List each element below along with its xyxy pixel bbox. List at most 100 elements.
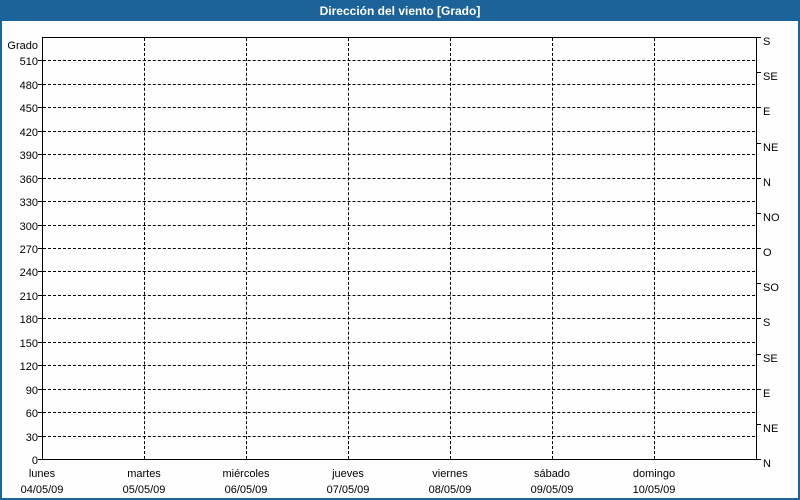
h-gridline — [43, 271, 755, 272]
y-axis-tick-label: 270 — [19, 244, 38, 256]
y-axis-tick — [38, 225, 42, 226]
y-axis-title: Grado — [7, 40, 38, 52]
compass-axis-tick — [757, 107, 761, 108]
compass-axis-label: NO — [763, 212, 780, 224]
y-axis-tick-label: 360 — [19, 174, 38, 186]
compass-axis-tick — [757, 213, 761, 214]
y-axis-tick-label: 480 — [19, 80, 38, 92]
compass-axis-tick — [757, 178, 761, 179]
y-axis-tick-label: 300 — [19, 221, 38, 233]
compass-axis-tick — [757, 143, 761, 144]
day-name-label: lunes — [28, 468, 56, 480]
compass-axis-tick — [757, 248, 761, 249]
compass-axis-tick — [757, 389, 761, 390]
v-gridline — [552, 38, 553, 459]
compass-axis-label: NE — [763, 423, 779, 435]
day-date-label: 08/05/09 — [428, 484, 472, 496]
h-gridline — [43, 436, 755, 437]
day-date-label: 10/05/09 — [632, 484, 676, 496]
compass-axis-label: NE — [763, 142, 779, 154]
y-axis-tick — [38, 389, 42, 390]
h-gridline — [43, 201, 755, 202]
y-axis-tick-label: 390 — [19, 150, 38, 162]
y-axis-tick-label: 60 — [25, 408, 38, 420]
h-gridline — [43, 389, 755, 390]
h-gridline — [43, 178, 755, 179]
compass-axis-tick — [757, 459, 761, 460]
y-axis-tick — [38, 318, 42, 319]
y-axis-tick — [38, 154, 42, 155]
h-gridline — [43, 365, 755, 366]
y-axis-tick — [38, 365, 42, 366]
y-axis-tick — [38, 201, 42, 202]
day-name-label: domingo — [632, 468, 676, 480]
y-axis-tick-label: 420 — [19, 127, 38, 139]
y-axis-tick — [38, 342, 42, 343]
v-gridline — [348, 38, 349, 459]
day-name-label: miércoles — [222, 468, 270, 480]
v-gridline — [246, 38, 247, 459]
compass-axis-tick — [757, 354, 761, 355]
y-axis-tick-label: 180 — [19, 314, 38, 326]
y-axis-tick — [38, 60, 42, 61]
day-date-label: 06/05/09 — [224, 484, 268, 496]
h-gridline — [43, 342, 755, 343]
h-gridline — [43, 84, 755, 85]
compass-axis-label: S — [763, 36, 771, 48]
compass-axis-label: N — [763, 458, 771, 470]
compass-axis-label: SE — [763, 353, 778, 365]
plot-stage: Grado 0 30 60 90 120 150 180 210 240 270 300 330 360… — [0, 0, 800, 500]
day-name-label: sábado — [533, 468, 571, 480]
compass-axis-label: SO — [763, 282, 779, 294]
y-axis-tick-label: 90 — [25, 385, 38, 397]
h-gridline — [43, 107, 755, 108]
y-axis-tick — [38, 84, 42, 85]
compass-axis-tick — [757, 72, 761, 73]
compass-axis-label: N — [763, 177, 771, 189]
v-gridline — [450, 38, 451, 459]
y-axis-tick-label: 30 — [25, 432, 38, 444]
h-gridline — [43, 225, 755, 226]
compass-axis-label: E — [763, 106, 771, 118]
compass-axis-tick — [757, 424, 761, 425]
h-gridline — [43, 60, 755, 61]
day-date-label: 05/05/09 — [122, 484, 166, 496]
y-axis-tick — [38, 436, 42, 437]
v-gridline — [144, 38, 145, 459]
y-axis-tick — [38, 178, 42, 179]
compass-axis-tick — [757, 318, 761, 319]
y-axis-tick — [38, 295, 42, 296]
compass-axis-label: O — [763, 247, 772, 259]
day-date-label: 09/05/09 — [530, 484, 574, 496]
y-axis-tick-label: 120 — [19, 361, 38, 373]
h-gridline — [43, 295, 755, 296]
h-gridline — [43, 248, 755, 249]
y-axis-tick-label: 510 — [19, 56, 38, 68]
day-name-label: jueves — [332, 468, 364, 480]
y-axis-tick — [38, 248, 42, 249]
h-gridline — [43, 412, 755, 413]
y-axis-tick-label: 450 — [19, 103, 38, 115]
day-name-label: martes — [127, 468, 161, 480]
compass-axis-label: S — [763, 317, 771, 329]
y-axis-tick — [38, 459, 42, 460]
compass-axis-tick — [757, 37, 761, 38]
y-axis-tick-label: 330 — [19, 197, 38, 209]
y-axis-tick — [38, 271, 42, 272]
y-axis-tick — [38, 412, 42, 413]
y-axis-tick-label: 210 — [19, 291, 38, 303]
compass-axis-label: E — [763, 388, 771, 400]
y-axis-tick-label: 240 — [19, 267, 38, 279]
compass-axis-tick — [757, 283, 761, 284]
day-date-label: 07/05/09 — [326, 484, 370, 496]
v-gridline — [654, 38, 655, 459]
y-axis-tick-label: 150 — [19, 338, 38, 350]
h-gridline — [43, 318, 755, 319]
wind-direction-chart-window: Dirección del viento [Grado] Grado 0 30 60… — [0, 0, 800, 500]
h-gridline — [43, 154, 755, 155]
day-date-label: 04/05/09 — [20, 484, 64, 496]
compass-axis-label: SE — [763, 71, 778, 83]
y-axis-tick — [38, 107, 42, 108]
y-axis-tick — [38, 131, 42, 132]
day-name-label: viernes — [432, 468, 468, 480]
